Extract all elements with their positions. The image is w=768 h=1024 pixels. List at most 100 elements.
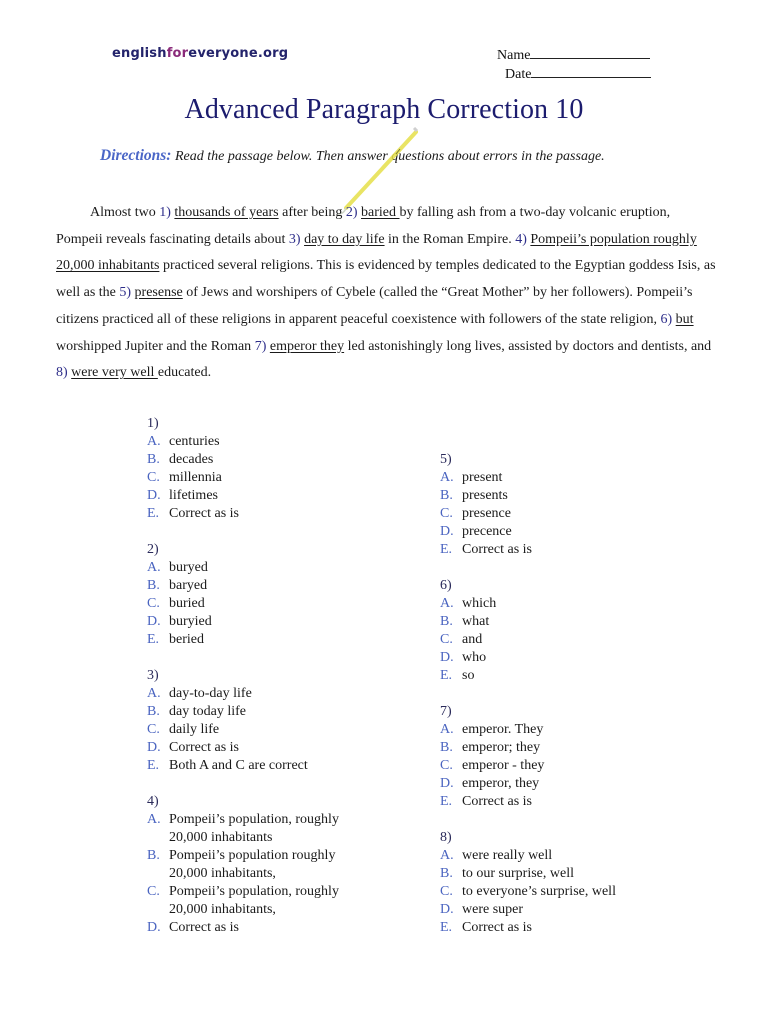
answer-choice[interactable]: D. buryied xyxy=(147,613,377,631)
choice-letter: D. xyxy=(440,776,454,791)
choice-text: emperor; they xyxy=(462,740,541,755)
answer-choice[interactable]: A. day-to-day life xyxy=(147,685,377,703)
choice-letter: D. xyxy=(440,524,454,539)
date-field[interactable] xyxy=(531,65,652,78)
passage-error-number: 2) xyxy=(345,205,358,220)
logo-part-everyone: everyone.org xyxy=(188,46,289,61)
choice-text: who xyxy=(462,650,487,665)
choice-text: Correct as is xyxy=(169,920,239,935)
answer-choice[interactable]: A. centuries xyxy=(147,433,377,451)
choice-text: emperor. They xyxy=(462,722,544,737)
answer-choice[interactable]: B. what xyxy=(440,613,680,631)
answer-choice[interactable]: E. so xyxy=(440,667,680,685)
answer-choice[interactable]: E. Correct as is xyxy=(440,793,680,811)
choice-text: day-to-day life xyxy=(169,686,252,701)
answer-choice[interactable]: C. buried xyxy=(147,595,377,613)
passage-error-number: 3) xyxy=(288,231,301,247)
choice-letter: D. xyxy=(147,740,161,755)
answer-choice[interactable]: E. Correct as is xyxy=(440,919,680,937)
answer-choice[interactable]: B. Pompeii’s population roughly 20,000 in… xyxy=(147,847,377,883)
answer-choice[interactable]: C. emperor - they xyxy=(440,757,680,775)
choice-letter: D. xyxy=(147,488,161,503)
passage-error-number: 7) xyxy=(254,338,267,354)
question-number: 8) xyxy=(440,830,452,845)
choice-text: Correct as is xyxy=(169,740,239,755)
name-label: Name xyxy=(497,48,531,63)
answer-choice[interactable]: A. buryed xyxy=(147,559,377,577)
date-label: Date xyxy=(505,67,532,82)
answer-choice[interactable]: D. Correct as is xyxy=(147,739,377,757)
passage-underlined-error: emperor they xyxy=(269,338,345,354)
answer-choice[interactable]: C. Pompeii’s population, roughly 20,000 i… xyxy=(147,883,377,919)
choice-text: buryed xyxy=(169,560,208,575)
choice-letter: B. xyxy=(147,704,160,719)
passage-error-number: 6) xyxy=(660,311,673,327)
answer-choice[interactable]: B. presents xyxy=(440,487,680,505)
choice-letter: A. xyxy=(147,686,161,701)
passage-underlined-error: were very well xyxy=(71,365,158,381)
answer-choice[interactable]: C. and xyxy=(440,631,680,649)
answer-choice[interactable]: A. were really well xyxy=(440,847,680,865)
date-row: Date xyxy=(497,65,652,84)
answer-choice[interactable]: B. day today life xyxy=(147,703,377,721)
choice-text: decades xyxy=(169,452,214,467)
choice-text: day today life xyxy=(169,704,246,719)
choice-text: millennia xyxy=(169,470,222,485)
answer-choice[interactable]: D. lifetimes xyxy=(147,487,377,505)
answer-choice[interactable]: A. emperor. They xyxy=(440,721,680,739)
choice-text: centuries xyxy=(169,434,220,449)
answer-choice[interactable]: D. were super xyxy=(440,901,680,919)
answer-choice[interactable]: B. to our surprise, well xyxy=(440,865,680,883)
answer-choice[interactable]: D. Correct as is xyxy=(147,919,377,937)
answer-choice[interactable]: B. baryed xyxy=(147,577,377,595)
answer-choice[interactable]: C. millennia xyxy=(147,469,377,487)
choice-text: Correct as is xyxy=(169,506,239,521)
choice-letter: C. xyxy=(147,884,160,899)
choice-text: emperor - they xyxy=(462,758,545,773)
choice-letter: B. xyxy=(440,614,453,629)
question-number: 4) xyxy=(147,794,159,809)
choice-letter: D. xyxy=(147,614,161,629)
choice-text: Pompeii’s population roughly 20,000 inha… xyxy=(169,848,336,881)
choice-text: to our surprise, well xyxy=(462,866,574,881)
passage-text: Almost two xyxy=(90,205,160,220)
answer-choice[interactable]: E. Correct as is xyxy=(147,505,377,523)
choice-letter: B. xyxy=(440,488,453,503)
choice-text: daily life xyxy=(169,722,220,737)
answer-choice[interactable]: D. who xyxy=(440,649,680,667)
answer-choice[interactable]: C. daily life xyxy=(147,721,377,739)
answer-choice[interactable]: D. precence xyxy=(440,523,680,541)
answer-choice[interactable]: D. emperor, they xyxy=(440,775,680,793)
questions-left-column: 1) A. centuries B. decades C. millennia D. lifet… xyxy=(147,415,377,955)
answer-choice[interactable]: A. present xyxy=(440,469,680,487)
choice-text: to everyone’s surprise, well xyxy=(462,884,616,899)
answer-choice[interactable]: C. to everyone’s surprise, well xyxy=(440,883,680,901)
choice-letter: C. xyxy=(147,470,160,485)
choice-text: baryed xyxy=(169,578,208,593)
answer-choice[interactable]: C. presence xyxy=(440,505,680,523)
question-number: 3) xyxy=(147,668,159,683)
answer-choice[interactable]: E. beried xyxy=(147,631,377,649)
choice-text: emperor, they xyxy=(462,776,540,791)
answer-choice[interactable]: B. emperor; they xyxy=(440,739,680,757)
choice-letter: C. xyxy=(440,758,453,773)
choice-text: were really well xyxy=(462,848,553,863)
passage-error-number: 4) xyxy=(515,231,527,247)
name-date-block: Name Date xyxy=(497,46,652,84)
answer-choice[interactable]: E. Both A and C are correct xyxy=(147,757,377,775)
answer-choice[interactable]: E. Correct as is xyxy=(440,541,680,559)
answer-choice[interactable]: B. decades xyxy=(147,451,377,469)
answer-choice[interactable]: A. Pompeii’s population, roughly 20,000 i… xyxy=(147,811,377,847)
choice-letter: B. xyxy=(440,866,453,881)
question: 7) A. emperor. They B. emperor; they C. empero… xyxy=(440,703,680,811)
choice-text: presents xyxy=(462,488,508,503)
choice-letter: E. xyxy=(440,542,453,557)
name-field[interactable] xyxy=(530,46,651,59)
choice-letter: E. xyxy=(440,794,453,809)
directions-text: Read the passage below. Then answer ques… xyxy=(174,149,605,164)
choice-letter: A. xyxy=(147,812,161,827)
directions-label: Directions: xyxy=(100,147,172,164)
answer-choice[interactable]: A. which xyxy=(440,595,680,613)
choice-text: were super xyxy=(462,902,524,917)
choice-letter: D. xyxy=(440,902,454,917)
